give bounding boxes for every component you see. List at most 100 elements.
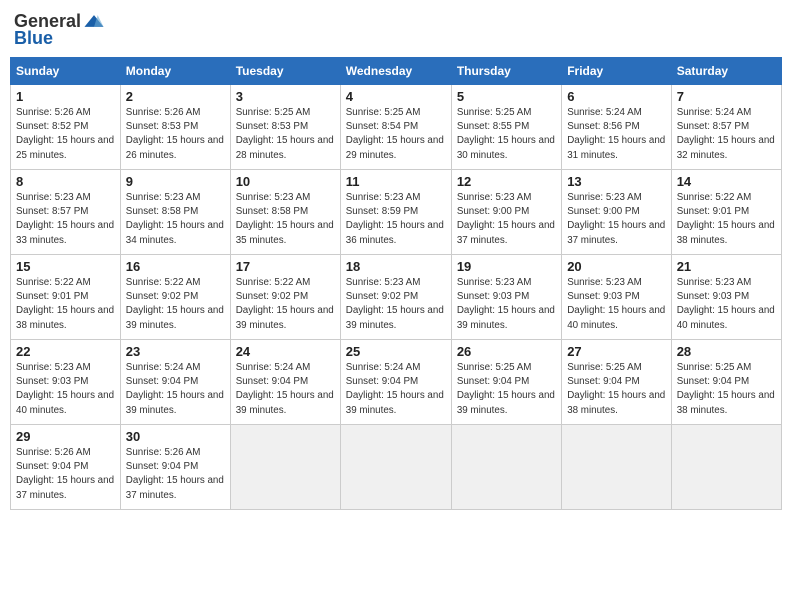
day-cell: 27 Sunrise: 5:25 AMSunset: 9:04 PMDayligh… (562, 340, 672, 425)
day-cell: 12 Sunrise: 5:23 AMSunset: 9:00 PMDayligh… (451, 170, 561, 255)
day-info: Sunrise: 5:23 AMSunset: 9:03 PMDaylight:… (457, 276, 556, 333)
day-number: 17 (236, 259, 335, 274)
day-cell: 30 Sunrise: 5:26 AMSunset: 9:04 PMDayligh… (120, 425, 230, 510)
day-number: 13 (567, 174, 666, 189)
col-header-saturday: Saturday (671, 58, 781, 85)
day-number: 29 (16, 429, 115, 444)
day-info: Sunrise: 5:26 AMSunset: 8:53 PMDaylight:… (126, 106, 225, 163)
day-number: 18 (346, 259, 446, 274)
logo-icon (83, 10, 105, 32)
week-row-4: 22 Sunrise: 5:23 AMSunset: 9:03 PMDayligh… (11, 340, 782, 425)
day-info: Sunrise: 5:23 AMSunset: 9:02 PMDaylight:… (346, 276, 446, 333)
day-cell: 17Sunrise: 5:22 AMSunset: 9:02 PMDayligh… (230, 255, 340, 340)
day-number: 27 (567, 344, 666, 359)
day-cell: 19 Sunrise: 5:23 AMSunset: 9:03 PMDayligh… (451, 255, 561, 340)
day-cell: 11 Sunrise: 5:23 AMSunset: 8:59 PMDayligh… (340, 170, 451, 255)
day-info: Sunrise: 5:24 AMSunset: 9:04 PMDaylight:… (346, 361, 446, 418)
header-row: SundayMondayTuesdayWednesdayThursdayFrid… (11, 58, 782, 85)
day-info: Sunrise: 5:25 AMSunset: 8:54 PMDaylight:… (346, 106, 446, 163)
day-cell: 5 Sunrise: 5:25 AMSunset: 8:55 PMDaylight… (451, 85, 561, 170)
day-number: 15 (16, 259, 115, 274)
day-number: 9 (126, 174, 225, 189)
day-cell: 10 Sunrise: 5:23 AMSunset: 8:58 PMDayligh… (230, 170, 340, 255)
day-cell: 29 Sunrise: 5:26 AMSunset: 9:04 PMDayligh… (11, 425, 121, 510)
day-cell: 18 Sunrise: 5:23 AMSunset: 9:02 PMDayligh… (340, 255, 451, 340)
day-cell: 28Sunrise: 5:25 AMSunset: 9:04 PMDayligh… (671, 340, 781, 425)
day-cell (340, 425, 451, 510)
day-cell: 13 Sunrise: 5:23 AMSunset: 9:00 PMDayligh… (562, 170, 672, 255)
day-info: Sunrise: 5:25 AMSunset: 8:53 PMDaylight:… (236, 106, 335, 163)
page-header: General Blue (10, 10, 782, 49)
week-row-5: 29 Sunrise: 5:26 AMSunset: 9:04 PMDayligh… (11, 425, 782, 510)
col-header-sunday: Sunday (11, 58, 121, 85)
day-cell: 20Sunrise: 5:23 AMSunset: 9:03 PMDayligh… (562, 255, 672, 340)
day-info: Sunrise: 5:23 AMSunset: 8:58 PMDaylight:… (126, 191, 225, 248)
day-cell (451, 425, 561, 510)
day-cell: 2 Sunrise: 5:26 AMSunset: 8:53 PMDaylight… (120, 85, 230, 170)
day-number: 11 (346, 174, 446, 189)
day-info: Sunrise: 5:24 AMSunset: 9:04 PMDaylight:… (236, 361, 335, 418)
day-cell: 1 Sunrise: 5:26 AMSunset: 8:52 PMDaylight… (11, 85, 121, 170)
day-number: 3 (236, 89, 335, 104)
day-info: Sunrise: 5:22 AMSunset: 9:01 PMDaylight:… (677, 191, 776, 248)
day-cell: 25Sunrise: 5:24 AMSunset: 9:04 PMDayligh… (340, 340, 451, 425)
day-info: Sunrise: 5:23 AMSunset: 9:03 PMDaylight:… (567, 276, 666, 333)
day-number: 30 (126, 429, 225, 444)
day-number: 5 (457, 89, 556, 104)
calendar-table: SundayMondayTuesdayWednesdayThursdayFrid… (10, 57, 782, 510)
day-cell: 15Sunrise: 5:22 AMSunset: 9:01 PMDayligh… (11, 255, 121, 340)
day-cell: 8 Sunrise: 5:23 AMSunset: 8:57 PMDaylight… (11, 170, 121, 255)
day-cell: 4 Sunrise: 5:25 AMSunset: 8:54 PMDaylight… (340, 85, 451, 170)
day-info: Sunrise: 5:26 AMSunset: 9:04 PMDaylight:… (16, 446, 115, 503)
day-number: 24 (236, 344, 335, 359)
day-info: Sunrise: 5:23 AMSunset: 8:59 PMDaylight:… (346, 191, 446, 248)
logo: General Blue (14, 10, 105, 49)
day-info: Sunrise: 5:24 AMSunset: 8:57 PMDaylight:… (677, 106, 776, 163)
day-info: Sunrise: 5:26 AMSunset: 9:04 PMDaylight:… (126, 446, 225, 503)
col-header-friday: Friday (562, 58, 672, 85)
day-number: 23 (126, 344, 225, 359)
day-number: 16 (126, 259, 225, 274)
day-info: Sunrise: 5:25 AMSunset: 8:55 PMDaylight:… (457, 106, 556, 163)
day-number: 12 (457, 174, 556, 189)
day-number: 8 (16, 174, 115, 189)
day-info: Sunrise: 5:23 AMSunset: 9:00 PMDaylight:… (457, 191, 556, 248)
day-number: 28 (677, 344, 776, 359)
day-number: 2 (126, 89, 225, 104)
day-info: Sunrise: 5:22 AMSunset: 9:02 PMDaylight:… (126, 276, 225, 333)
day-info: Sunrise: 5:24 AMSunset: 8:56 PMDaylight:… (567, 106, 666, 163)
day-cell: 22 Sunrise: 5:23 AMSunset: 9:03 PMDayligh… (11, 340, 121, 425)
week-row-3: 15Sunrise: 5:22 AMSunset: 9:01 PMDayligh… (11, 255, 782, 340)
day-info: Sunrise: 5:25 AMSunset: 9:04 PMDaylight:… (567, 361, 666, 418)
day-cell: 7Sunrise: 5:24 AMSunset: 8:57 PMDaylight… (671, 85, 781, 170)
day-number: 26 (457, 344, 556, 359)
week-row-1: 1 Sunrise: 5:26 AMSunset: 8:52 PMDaylight… (11, 85, 782, 170)
day-cell: 6Sunrise: 5:24 AMSunset: 8:56 PMDaylight… (562, 85, 672, 170)
day-info: Sunrise: 5:25 AMSunset: 9:04 PMDaylight:… (457, 361, 556, 418)
col-header-monday: Monday (120, 58, 230, 85)
col-header-wednesday: Wednesday (340, 58, 451, 85)
day-cell: 23Sunrise: 5:24 AMSunset: 9:04 PMDayligh… (120, 340, 230, 425)
day-number: 4 (346, 89, 446, 104)
day-cell: 9 Sunrise: 5:23 AMSunset: 8:58 PMDaylight… (120, 170, 230, 255)
day-info: Sunrise: 5:23 AMSunset: 8:58 PMDaylight:… (236, 191, 335, 248)
col-header-tuesday: Tuesday (230, 58, 340, 85)
day-number: 14 (677, 174, 776, 189)
day-number: 10 (236, 174, 335, 189)
day-number: 19 (457, 259, 556, 274)
logo-blue: Blue (14, 28, 53, 49)
day-cell: 21 Sunrise: 5:23 AMSunset: 9:03 PMDayligh… (671, 255, 781, 340)
day-info: Sunrise: 5:23 AMSunset: 8:57 PMDaylight:… (16, 191, 115, 248)
day-cell: 3 Sunrise: 5:25 AMSunset: 8:53 PMDaylight… (230, 85, 340, 170)
day-info: Sunrise: 5:26 AMSunset: 8:52 PMDaylight:… (16, 106, 115, 163)
day-cell: 24 Sunrise: 5:24 AMSunset: 9:04 PMDayligh… (230, 340, 340, 425)
day-cell (230, 425, 340, 510)
day-info: Sunrise: 5:23 AMSunset: 9:03 PMDaylight:… (677, 276, 776, 333)
day-cell (562, 425, 672, 510)
day-number: 22 (16, 344, 115, 359)
day-number: 21 (677, 259, 776, 274)
day-info: Sunrise: 5:23 AMSunset: 9:00 PMDaylight:… (567, 191, 666, 248)
day-number: 1 (16, 89, 115, 104)
day-info: Sunrise: 5:23 AMSunset: 9:03 PMDaylight:… (16, 361, 115, 418)
day-cell (671, 425, 781, 510)
